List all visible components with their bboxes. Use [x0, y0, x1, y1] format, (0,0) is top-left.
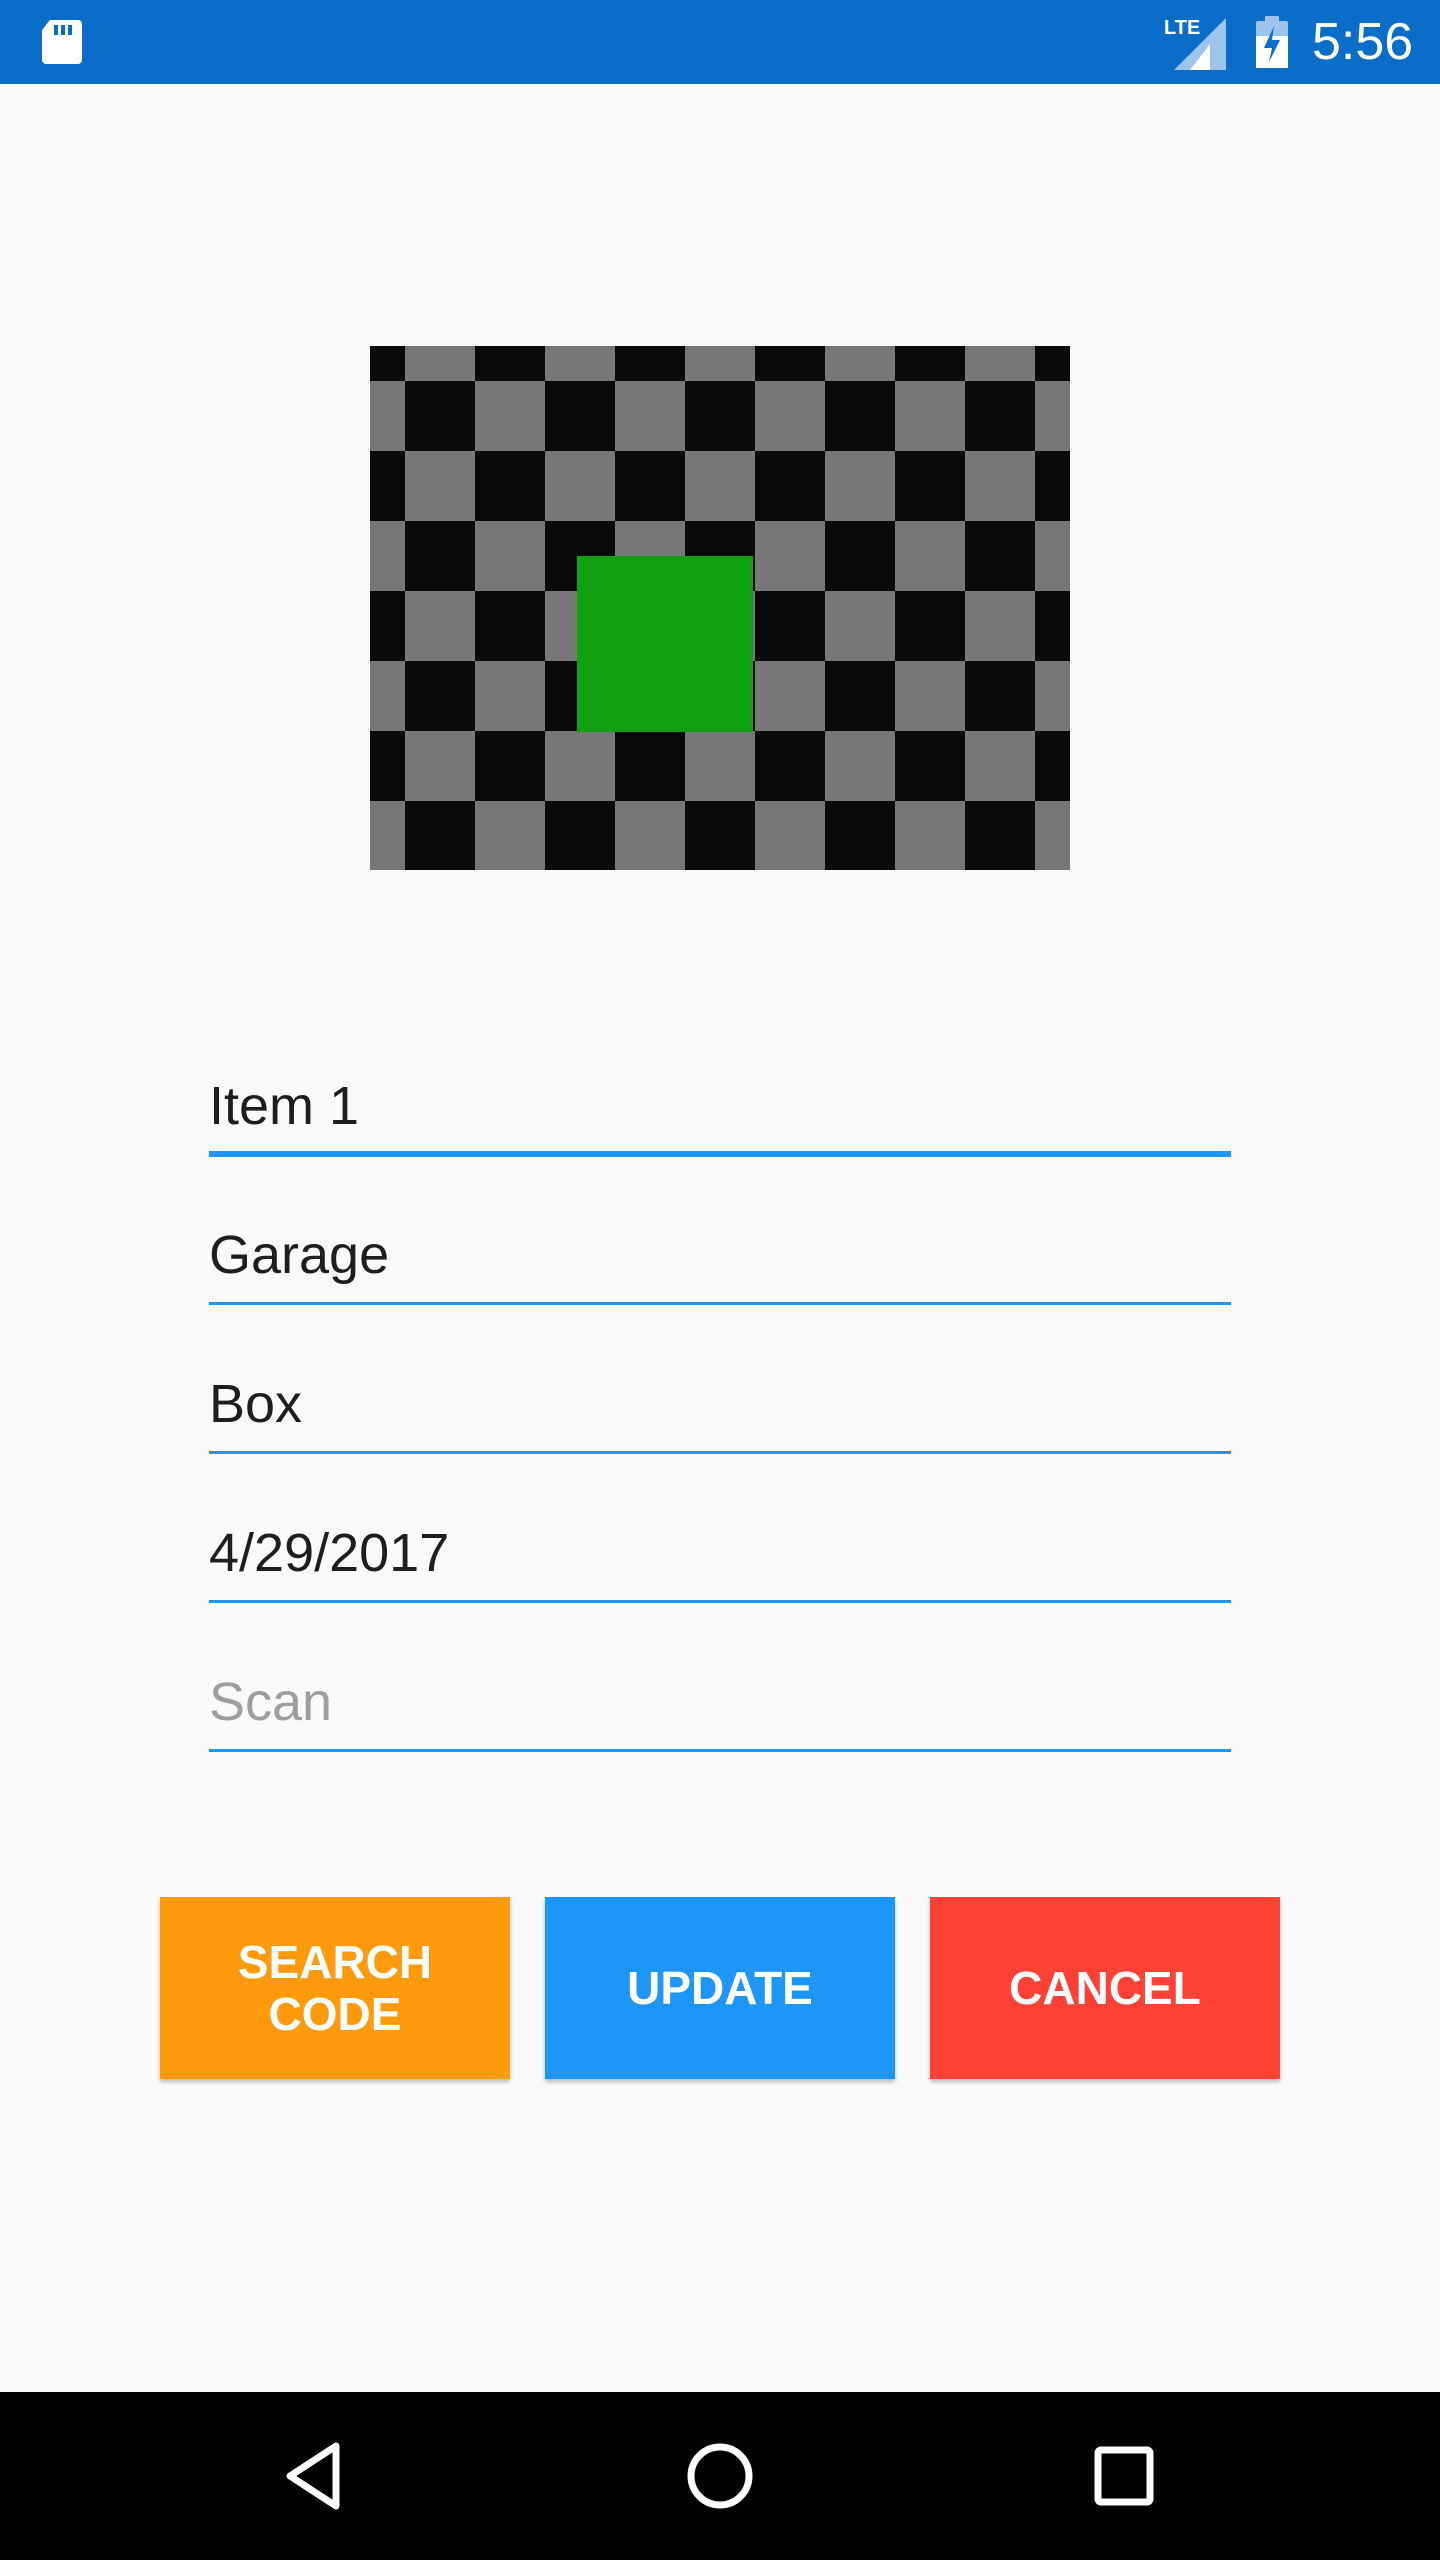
home-button[interactable] [680, 2436, 760, 2516]
status-bar: LTE 5:56 [0, 0, 1440, 84]
field-underline [209, 1302, 1231, 1305]
search-code-button[interactable]: SEARCH CODE [160, 1897, 510, 2079]
cancel-button[interactable]: CANCEL [930, 1897, 1280, 2079]
date-field[interactable]: 4/29/2017 [209, 1493, 1231, 1603]
lte-label: LTE [1164, 17, 1200, 39]
container-value: Box [209, 1374, 303, 1434]
field-underline [209, 1451, 1231, 1454]
back-icon [286, 2442, 340, 2510]
back-button[interactable] [276, 2436, 356, 2516]
location-value: Garage [209, 1225, 390, 1285]
battery-charging-icon [1256, 16, 1288, 68]
item-name-field[interactable]: Item 1 [209, 1046, 1231, 1157]
item-name-value: Item 1 [209, 1076, 360, 1136]
navigation-bar [0, 2392, 1440, 2560]
field-underline [209, 1749, 1231, 1752]
item-image[interactable] [370, 346, 1070, 870]
lte-signal-icon: LTE [1164, 17, 1226, 70]
checkerboard-image-icon [370, 346, 1070, 870]
scan-field[interactable]: Scan [209, 1642, 1231, 1752]
status-time: 5:56 [1312, 13, 1414, 71]
recents-button[interactable] [1084, 2436, 1164, 2516]
container-field[interactable]: Box [209, 1344, 1231, 1454]
home-icon [687, 2443, 753, 2509]
sd-card-icon [42, 20, 82, 64]
recents-icon [1094, 2446, 1154, 2506]
update-button[interactable]: UPDATE [545, 1897, 895, 2079]
date-value: 4/29/2017 [209, 1523, 450, 1583]
location-field[interactable]: Garage [209, 1195, 1231, 1305]
scan-placeholder: Scan [209, 1672, 333, 1732]
field-underline [209, 1151, 1231, 1157]
field-underline [209, 1600, 1231, 1603]
